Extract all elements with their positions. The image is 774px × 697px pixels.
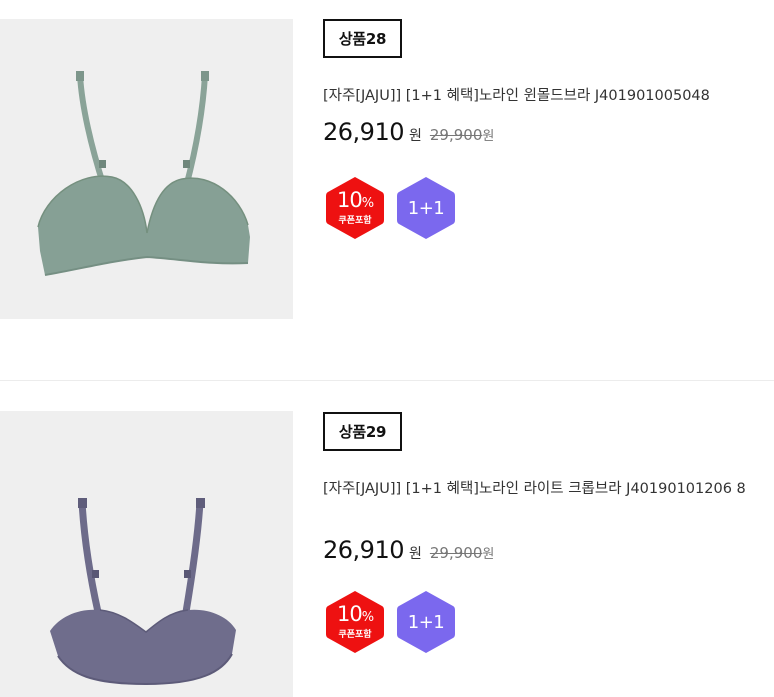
rank-badge: 상품29: [323, 412, 402, 451]
promo-label: 1+1: [407, 611, 445, 633]
sale-price: 26,910: [323, 536, 404, 564]
discount-badge: 10% 쿠폰포함: [322, 589, 388, 655]
product-title[interactable]: [자주[JAJU]] [1+1 혜택]노라인 라이트 크롭브라 J4019010…: [323, 477, 763, 501]
price-row: 26,910 원 29,900 원: [323, 118, 494, 146]
sale-price-unit: 원: [408, 546, 422, 562]
discount-percent: 10: [336, 602, 363, 626]
discount-label: 쿠폰포함: [338, 216, 372, 226]
original-price: 29,900: [429, 544, 483, 562]
promo-badge: 1+1: [393, 589, 459, 655]
original-price: 29,900: [429, 126, 483, 144]
promo-label: 1+1: [407, 197, 445, 219]
original-price-unit: 원: [482, 129, 495, 144]
original-price-unit: 원: [482, 547, 495, 562]
discount-badge: 10% 쿠폰포함: [322, 175, 388, 241]
product-card: 상품28 [자주[JAJU]] [1+1 혜택]노라인 윈몰드브라 J40190…: [0, 0, 774, 380]
product-image[interactable]: [0, 19, 293, 319]
discount-label: 쿠폰포함: [338, 630, 372, 640]
product-image[interactable]: [0, 411, 293, 697]
sale-price-unit: 원: [408, 128, 422, 144]
discount-percent: 10: [336, 188, 363, 212]
badge-row: 10% 쿠폰포함 1+1: [322, 589, 459, 655]
product-list: 상품28 [자주[JAJU]] [1+1 혜택]노라인 윈몰드브라 J40190…: [0, 0, 774, 697]
sage-green-bra-image: [0, 19, 293, 319]
product-card: 상품29 [자주[JAJU]] [1+1 혜택]노라인 라이트 크롭브라 J40…: [0, 381, 774, 697]
rank-badge: 상품28: [323, 19, 402, 58]
purple-crop-bra-image: [0, 416, 293, 697]
product-title[interactable]: [자주[JAJU]] [1+1 혜택]노라인 윈몰드브라 J4019010050…: [323, 84, 763, 108]
badge-row: 10% 쿠폰포함 1+1: [322, 175, 459, 241]
discount-symbol: %: [361, 196, 374, 211]
price-row: 26,910 원 29,900 원: [323, 536, 494, 564]
sale-price: 26,910: [323, 118, 404, 146]
promo-badge: 1+1: [393, 175, 459, 241]
discount-symbol: %: [361, 610, 374, 625]
